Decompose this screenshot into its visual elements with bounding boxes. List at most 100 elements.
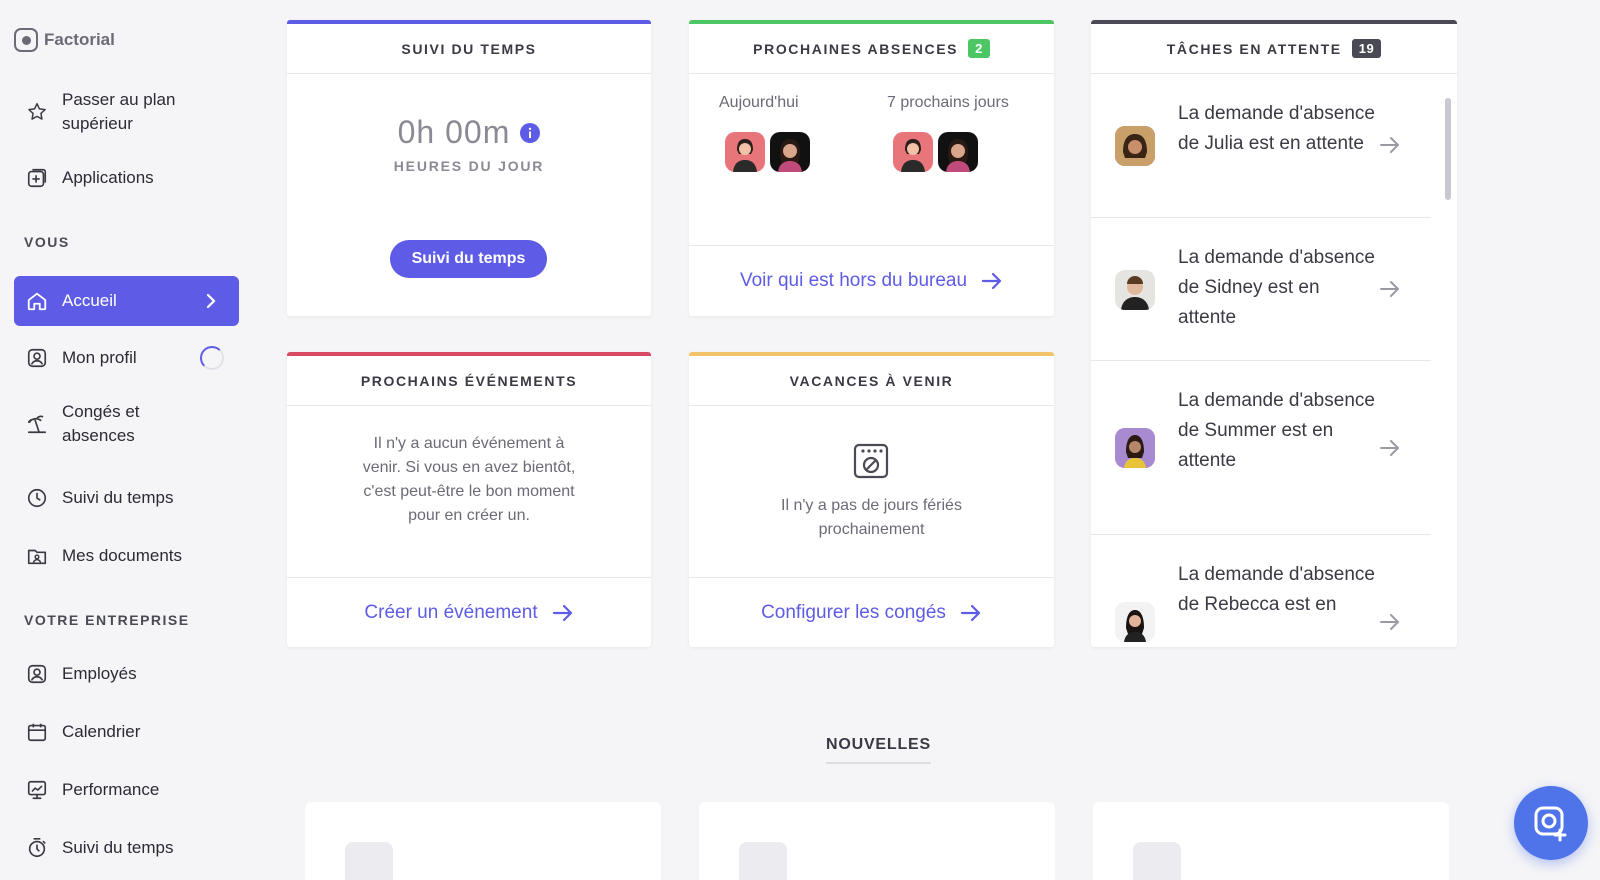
star-icon xyxy=(28,103,46,120)
task-item[interactable]: La demande d'absence de Summer est en at… xyxy=(1091,361,1431,535)
person-photo-icon xyxy=(901,139,925,172)
applications-icon xyxy=(27,168,47,188)
absences-card: PROCHAINES ABSENCES 2 Aujourd'hui 7 proc… xyxy=(689,20,1054,316)
card-title: SUIVI DU TEMPS xyxy=(401,40,537,57)
sidebar-item-label: Accueil xyxy=(62,291,117,310)
sidebar-item-label: Mes documents xyxy=(62,546,182,565)
home-icon xyxy=(27,292,47,311)
arrow-right-icon xyxy=(960,604,981,622)
arrow-right-icon xyxy=(1380,137,1399,153)
sidebar-item-label: Suivi du temps xyxy=(62,488,174,507)
person-photo-icon xyxy=(778,139,802,172)
card-header: TÂCHES EN ATTENTE 19 xyxy=(1091,20,1457,74)
sidebar-item-label: Employés xyxy=(62,664,137,683)
upgrade-plan-label: Passer au plan supérieur xyxy=(62,90,176,133)
card-title: VACANCES À VENIR xyxy=(789,372,954,389)
news-placeholder xyxy=(345,842,393,880)
arrow-right-icon xyxy=(552,604,572,622)
person-photo-icon xyxy=(1115,126,1155,166)
stopwatch-icon xyxy=(28,838,46,858)
sidebar-item-suivi-temps[interactable]: Suivi du temps xyxy=(14,486,239,510)
scrollbar[interactable] xyxy=(1445,98,1451,200)
avatar[interactable] xyxy=(938,132,978,172)
no-holidays-icon xyxy=(853,443,889,479)
today-label: Aujourd'hui xyxy=(719,94,799,111)
arrow-right-icon xyxy=(1380,614,1399,630)
who-is-out-link[interactable]: Voir qui est hors du bureau xyxy=(689,270,1054,292)
sidebar-item-label: Congés et absences xyxy=(62,402,140,445)
arrow-right-icon xyxy=(981,272,1002,290)
pending-tasks-card: TÂCHES EN ATTENTE 19 La demande d'absenc… xyxy=(1091,20,1457,647)
sidebar-item-performance[interactable]: Performance xyxy=(14,778,239,802)
loading-spinner-icon xyxy=(200,346,224,370)
avatar xyxy=(1115,126,1155,166)
card-header: SUIVI DU TEMPS xyxy=(287,20,651,74)
performance-icon xyxy=(27,780,47,800)
divider xyxy=(689,577,1054,578)
sidebar-item-employes[interactable]: Employés xyxy=(14,662,239,686)
section-company-heading: VOTRE ENTREPRISE xyxy=(24,612,190,628)
brand-logo[interactable]: Factorial xyxy=(14,28,115,52)
info-icon[interactable] xyxy=(520,122,541,143)
person-photo-icon xyxy=(1121,276,1149,310)
avatar xyxy=(1115,428,1155,468)
events-card: PROCHAINS ÉVÉNEMENTS Il n'y a aucun évén… xyxy=(287,352,651,647)
card-title: PROCHAINES ABSENCES xyxy=(753,40,959,57)
hours-value: 0h 00m xyxy=(397,114,511,150)
sidebar-item-documents[interactable]: Mes documents xyxy=(14,544,239,568)
person-photo-icon xyxy=(1115,428,1155,468)
card-title: TÂCHES EN ATTENTE xyxy=(1166,40,1342,57)
folder-icon xyxy=(27,549,47,565)
card-header: PROCHAINES ABSENCES 2 xyxy=(689,20,1054,74)
absences-count-badge: 2 xyxy=(968,39,990,58)
tasks-count-badge: 19 xyxy=(1351,39,1382,58)
news-card[interactable] xyxy=(305,802,661,880)
sidebar-item-applications[interactable]: Applications xyxy=(14,166,239,190)
news-card[interactable] xyxy=(1093,802,1449,880)
section-you-heading: VOUS xyxy=(24,234,70,250)
chevron-right-icon xyxy=(206,293,216,309)
avatar[interactable] xyxy=(725,132,765,172)
arrow-right-icon xyxy=(1380,440,1399,456)
task-item[interactable]: La demande d'absence de Rebecca est en xyxy=(1091,535,1431,647)
upgrade-plan-link[interactable]: Passer au plan supérieur xyxy=(14,88,239,136)
sidebar-item-conges[interactable]: Congés et absences xyxy=(14,400,239,448)
card-header: PROCHAINS ÉVÉNEMENTS xyxy=(287,352,651,406)
card-title: PROCHAINS ÉVÉNEMENTS xyxy=(360,372,578,389)
configure-holidays-link[interactable]: Configurer les congés xyxy=(689,602,1054,624)
divider xyxy=(689,245,1054,246)
task-text: La demande d'absence de Rebecca est en xyxy=(1178,564,1375,615)
avatar[interactable] xyxy=(893,132,933,172)
time-tracking-card: SUIVI DU TEMPS 0h 00m HEURES DU JOUR Sui… xyxy=(287,20,651,316)
task-text: La demande d'absence de Julia est en att… xyxy=(1178,103,1375,154)
sidebar-item-accueil[interactable]: Accueil xyxy=(14,276,239,326)
hours-display: 0h 00m xyxy=(287,114,651,151)
factorial-logo-icon xyxy=(14,28,38,52)
task-item[interactable]: La demande d'absence de Julia est en att… xyxy=(1091,74,1431,218)
link-label: Voir qui est hors du bureau xyxy=(739,270,968,291)
avatar xyxy=(1115,602,1155,642)
sidebar-item-label: Applications xyxy=(62,168,154,187)
news-card[interactable] xyxy=(699,802,1055,880)
arrow-right-icon xyxy=(1380,281,1399,297)
person-photo-icon xyxy=(1124,610,1146,642)
person-photo-icon xyxy=(946,139,970,172)
time-tracking-button[interactable]: Suivi du temps xyxy=(390,240,547,278)
avatar xyxy=(1115,270,1155,310)
task-item[interactable]: La demande d'absence de Sidney est en at… xyxy=(1091,218,1431,361)
person-photo-icon xyxy=(733,139,757,172)
next-days-label: 7 prochains jours xyxy=(887,94,1009,111)
news-placeholder xyxy=(1133,842,1181,880)
sidebar-item-label: Suivi du temps xyxy=(62,838,174,857)
avatar[interactable] xyxy=(770,132,810,172)
news-placeholder xyxy=(739,842,787,880)
task-text: La demande d'absence de Sidney est en at… xyxy=(1178,247,1375,328)
sidebar-item-calendrier[interactable]: Calendrier xyxy=(14,720,239,744)
support-chat-button[interactable] xyxy=(1514,786,1588,860)
sidebar-item-suivi-temps-entreprise[interactable]: Suivi du temps xyxy=(14,836,239,860)
divider xyxy=(287,577,651,578)
sidebar-item-mon-profil[interactable]: Mon profil xyxy=(14,346,239,370)
holidays-empty-text: Il n'y a pas de jours fériés prochaineme… xyxy=(781,497,962,538)
sidebar: Factorial Passer au plan supérieur Appli… xyxy=(0,0,250,880)
create-event-link[interactable]: Créer un événement xyxy=(287,602,651,624)
